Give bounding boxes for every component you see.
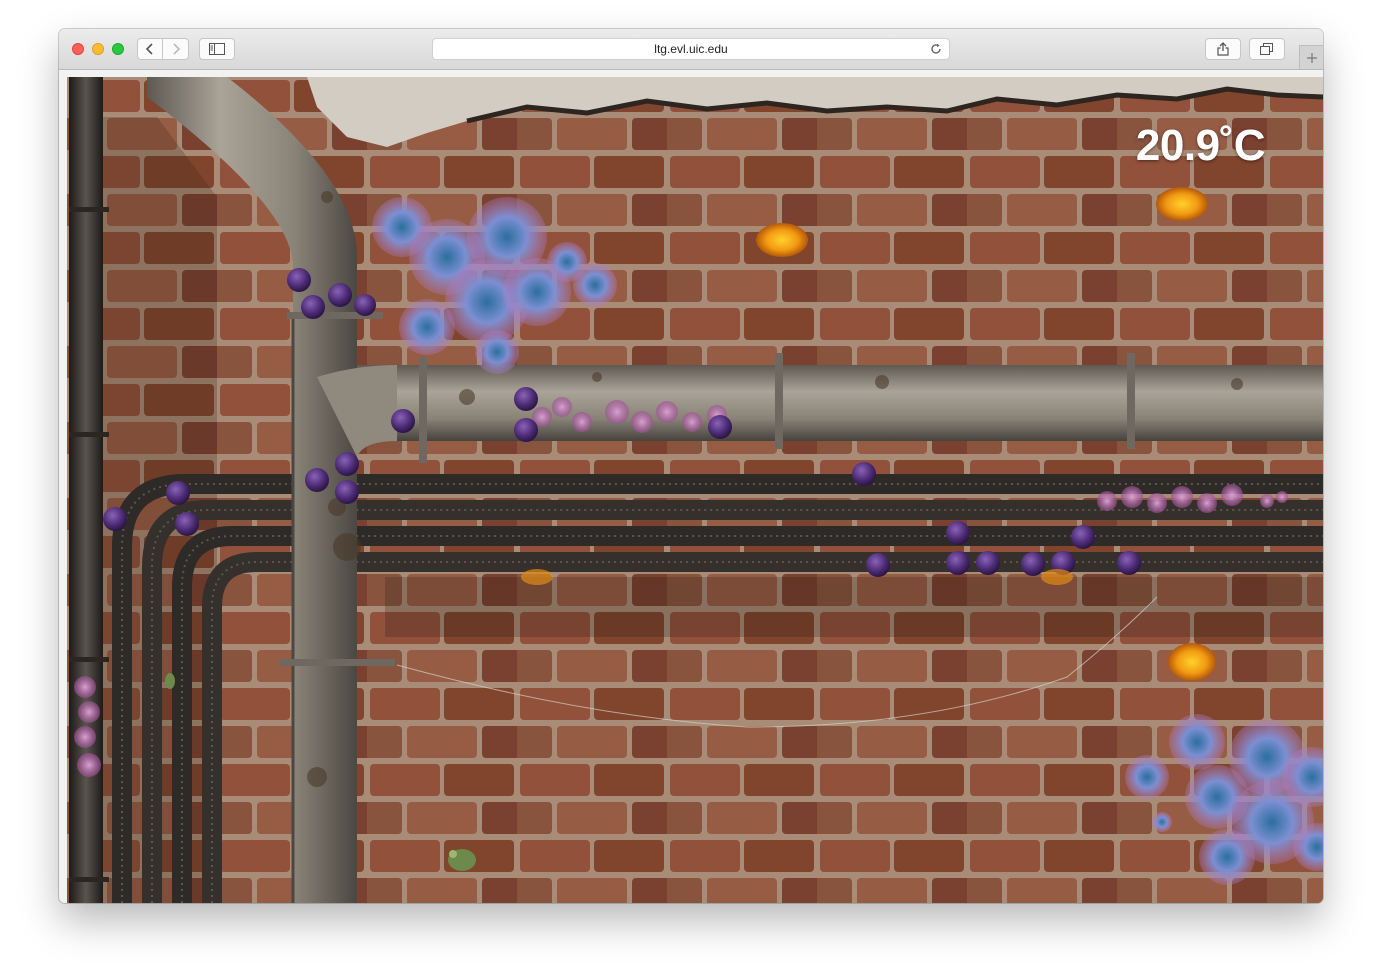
- tabs-icon: [1260, 43, 1273, 55]
- forward-button[interactable]: [163, 38, 189, 60]
- sidebar-icon: [209, 43, 225, 55]
- sidebar-button[interactable]: [199, 38, 235, 60]
- game-scene: [67, 77, 1323, 903]
- browser-window: ltg.evl.uic.edu 20.9˚C: [59, 29, 1323, 903]
- chevron-left-icon: [145, 43, 153, 55]
- share-button[interactable]: [1205, 38, 1241, 60]
- chevron-right-icon: [172, 43, 180, 55]
- game-canvas[interactable]: 20.9˚C: [67, 77, 1323, 903]
- new-tab-button[interactable]: [1299, 45, 1323, 69]
- back-button[interactable]: [137, 38, 163, 60]
- show-tabs-button[interactable]: [1249, 38, 1285, 60]
- left-conduit: [69, 77, 103, 903]
- address-url: ltg.evl.uic.edu: [654, 42, 728, 56]
- temperature-readout: 20.9˚C: [1135, 121, 1266, 170]
- minimize-window-button[interactable]: [92, 43, 104, 55]
- browser-toolbar: ltg.evl.uic.edu: [59, 29, 1323, 70]
- plus-icon: [1306, 52, 1317, 63]
- address-bar[interactable]: ltg.evl.uic.edu: [432, 38, 950, 60]
- reload-icon[interactable]: [929, 42, 943, 56]
- horizontal-pipe: [357, 365, 1323, 441]
- zoom-window-button[interactable]: [112, 43, 124, 55]
- close-window-button[interactable]: [72, 43, 84, 55]
- share-icon: [1217, 42, 1229, 56]
